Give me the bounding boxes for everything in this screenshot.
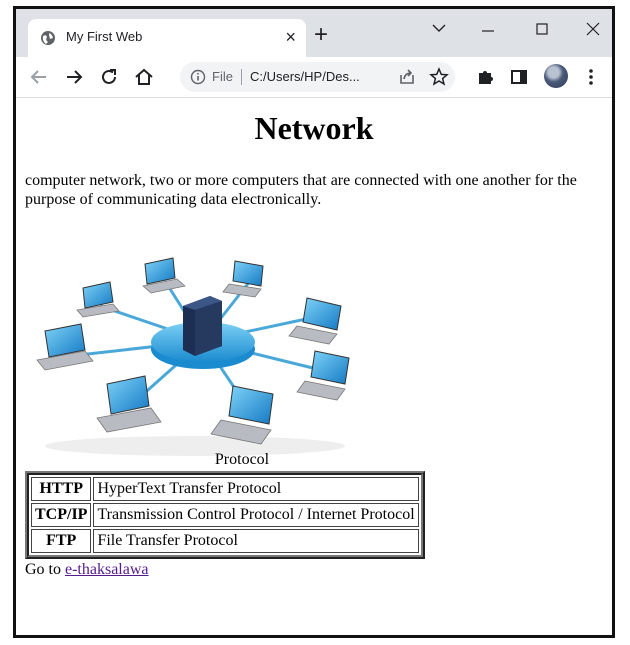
table-row: FTP File Transfer Protocol <box>31 529 419 553</box>
table-caption: Protocol <box>214 451 270 468</box>
tab-active[interactable]: My First Web × <box>28 19 306 57</box>
side-panel-icon[interactable] <box>508 66 530 88</box>
tab-strip: My First Web × + <box>16 9 612 57</box>
tab-title: My First Web <box>66 29 143 44</box>
minimize-icon[interactable] <box>468 15 508 43</box>
bookmark-star-icon[interactable] <box>428 66 450 88</box>
url-text[interactable]: C:/Users/HP/Des... <box>250 69 360 84</box>
page-heading: Network <box>254 110 374 146</box>
protocol-abbr: HTTP <box>31 477 92 501</box>
protocol-name: File Transfer Protocol <box>93 529 419 553</box>
reload-icon[interactable] <box>98 66 120 88</box>
protocol-name: Transmission Control Protocol / Internet… <box>93 503 419 527</box>
new-tab-button[interactable]: + <box>308 23 334 49</box>
home-icon[interactable] <box>133 66 155 88</box>
share-icon[interactable] <box>396 66 418 88</box>
network-diagram-image <box>36 257 350 456</box>
protocol-table: HTTP HyperText Transfer Protocol TCP/IP … <box>25 471 425 559</box>
close-window-icon[interactable] <box>573 15 613 43</box>
protocol-abbr: TCP/IP <box>31 503 92 527</box>
table-row: HTTP HyperText Transfer Protocol <box>31 477 419 501</box>
page-content: Network computer network, two or more co… <box>16 98 612 635</box>
protocol-abbr: FTP <box>31 529 92 553</box>
goto-prefix: Go to <box>25 561 61 578</box>
browser-toolbar: File C:/Users/HP/Des... <box>16 57 612 98</box>
globe-icon <box>41 31 55 45</box>
browser-window: My First Web × + File C:/Users/HP/Des...… <box>13 6 615 638</box>
info-icon[interactable] <box>190 69 206 85</box>
profile-avatar[interactable] <box>544 64 568 88</box>
close-tab-icon[interactable]: × <box>285 27 296 47</box>
extensions-puzzle-icon[interactable] <box>474 66 496 88</box>
intro-paragraph: computer network, two or more computers … <box>25 172 577 208</box>
tab-search-icon[interactable] <box>419 15 459 43</box>
scheme-label: File <box>212 69 233 84</box>
e-thaksalawa-link[interactable]: e-thaksalawa <box>65 561 149 578</box>
forward-arrow-icon[interactable] <box>63 66 85 88</box>
maximize-icon[interactable] <box>522 15 562 43</box>
address-divider <box>241 69 242 85</box>
goto-line: Go to e-thaksalawa <box>25 561 149 579</box>
table-row: TCP/IP Transmission Control Protocol / I… <box>31 503 419 527</box>
back-arrow-icon[interactable] <box>28 66 50 88</box>
more-menu-icon[interactable] <box>580 66 602 88</box>
protocol-name: HyperText Transfer Protocol <box>93 477 419 501</box>
